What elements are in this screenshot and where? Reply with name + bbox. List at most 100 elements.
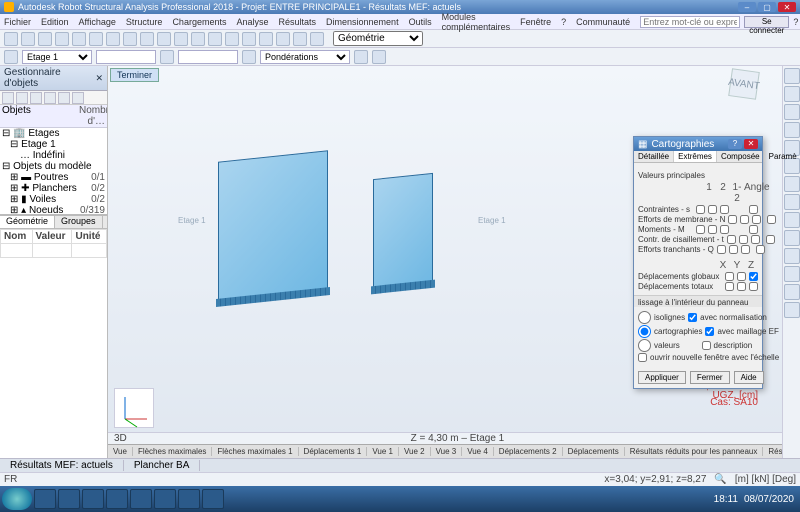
view-tab[interactable]: Résultats réduits pour les panneaux [625,447,764,456]
rt-maps-icon[interactable] [784,248,800,264]
view-mode[interactable]: 3D [108,433,133,444]
chk[interactable] [708,225,717,234]
wall-panel-1[interactable] [218,156,328,296]
rt-supports-icon[interactable] [784,122,800,138]
chk-z[interactable] [749,282,758,291]
view-tab[interactable]: Déplacements 1 [299,447,368,456]
chk[interactable] [752,215,761,224]
help-icon[interactable]: ? [793,17,798,27]
rt-notes-icon[interactable] [784,284,800,300]
dialog-help-button[interactable]: ? [728,139,742,149]
menu-fichier[interactable]: Fichier [4,17,31,27]
panel-close-icon[interactable]: ✕ [95,73,103,84]
dialog-tab-extremes[interactable]: Extrêmes [674,151,717,162]
chk[interactable] [739,235,748,244]
tree-item[interactable]: ⊟ 🏢 Etages [0,128,107,139]
tree-item[interactable]: … Indéfini [0,150,107,161]
tree-item[interactable]: ⊞ ▴ Noeuds0/319 [0,205,107,215]
taskbar-app-word[interactable] [106,489,128,509]
viewport-finish-button[interactable]: Terminer [110,68,159,82]
chk[interactable] [741,245,750,254]
menu-affichage[interactable]: Affichage [79,17,116,27]
om-tool-1-icon[interactable] [2,92,14,104]
doc-tab-plancher[interactable]: Plancher BA [124,460,201,471]
close-button[interactable]: ✕ [778,2,796,12]
tree-item[interactable]: ⊟ Etage 1 [0,139,107,150]
open-new-window-check[interactable] [638,353,647,362]
chk-angle[interactable] [749,225,758,234]
view-front-icon[interactable] [259,32,273,46]
view-tab[interactable]: Vue 3 [431,447,463,456]
maximize-button[interactable]: ▢ [758,2,776,12]
taskbar-app-firefox[interactable] [178,489,200,509]
rt-mesh-icon[interactable] [784,194,800,210]
tab-groupes[interactable]: Groupes [55,216,103,228]
copy-icon[interactable] [123,32,137,46]
redo-icon[interactable] [89,32,103,46]
taskbar-app-folder[interactable] [58,489,80,509]
view-tab[interactable]: Déplacements [563,447,625,456]
chk-angle[interactable] [767,215,776,224]
calc-icon[interactable] [293,32,307,46]
menu-outils[interactable]: Outils [409,17,432,27]
menu-structure[interactable]: Structure [126,17,163,27]
system-tray[interactable]: 18:11 08/07/2020 [714,494,798,505]
results-icon[interactable] [310,32,324,46]
save-icon[interactable] [38,32,52,46]
apply-button[interactable]: Appliquer [638,371,686,384]
chk[interactable] [729,245,738,254]
pointer-icon[interactable] [4,50,18,64]
opt-check[interactable] [705,327,714,336]
menu-fenetre[interactable]: Fenêtre [520,17,551,27]
chk[interactable] [708,205,717,214]
rt-tables-icon[interactable] [784,266,800,282]
chk[interactable] [696,205,705,214]
object-tree[interactable]: Objets Nombre d'… ⊟ 🏢 Etages⊟ Etage 1… I… [0,105,107,215]
rt-diagrams-icon[interactable] [784,230,800,246]
viewport-3d[interactable]: Terminer AVANT Etage 1 Etage 1 0,0-0,00-… [108,66,782,458]
view-top-icon[interactable] [242,32,256,46]
taskbar-app-robot[interactable] [82,489,104,509]
tree-item[interactable]: ⊞ ▬ Poutres0/1 [0,172,107,183]
new-icon[interactable] [4,32,18,46]
chk[interactable] [717,245,726,254]
display-radio[interactable] [638,325,651,338]
select-icon[interactable] [157,32,171,46]
taskbar-app-explorer[interactable] [34,489,56,509]
menu-edition[interactable]: Edition [41,17,69,27]
display-radio[interactable] [638,311,651,324]
tree-item[interactable]: ⊞ ▮ Voiles0/2 [0,194,107,205]
search-input[interactable] [640,16,740,28]
taskbar-app-chrome[interactable] [202,489,224,509]
open-icon[interactable] [21,32,35,46]
om-tool-5-icon[interactable] [58,92,70,104]
taskbar-app-autocad[interactable] [154,489,176,509]
next-case-icon[interactable] [372,50,386,64]
view-tab[interactable]: Flèches maximales [133,447,212,456]
rt-panels-icon[interactable] [784,104,800,120]
dialog-tab-composee[interactable]: Composée [717,151,765,162]
close-dialog-button[interactable]: Fermer [690,371,730,384]
loadcase-icon[interactable] [242,50,256,64]
chk-z[interactable] [749,272,758,281]
rt-nodes-icon[interactable] [784,68,800,84]
menu-dimensionnement[interactable]: Dimensionnement [326,17,399,27]
dialog-tab-detaillee[interactable]: Détaillée [634,151,674,162]
chk[interactable] [720,205,729,214]
menu-resultats[interactable]: Résultats [279,17,317,27]
rotate-icon[interactable] [225,32,239,46]
paste-icon[interactable] [140,32,154,46]
opt-check[interactable] [688,313,697,322]
view-tab[interactable]: Flèches maximales 1 [212,447,298,456]
zoom-extents-icon[interactable] [191,32,205,46]
menu-communaute[interactable]: Communauté [576,17,630,27]
filter-icon[interactable] [160,50,174,64]
menu-analyse[interactable]: Analyse [236,17,268,27]
om-tool-4-icon[interactable] [44,92,56,104]
loadcase-select[interactable]: Pondérations [260,50,350,64]
chk[interactable] [720,225,729,234]
rt-bars-icon[interactable] [784,86,800,102]
chk-y[interactable] [737,272,746,281]
view-tab[interactable]: Vue 4 [462,447,494,456]
doc-tab-results[interactable]: Résultats MEF: actuels [0,460,124,471]
